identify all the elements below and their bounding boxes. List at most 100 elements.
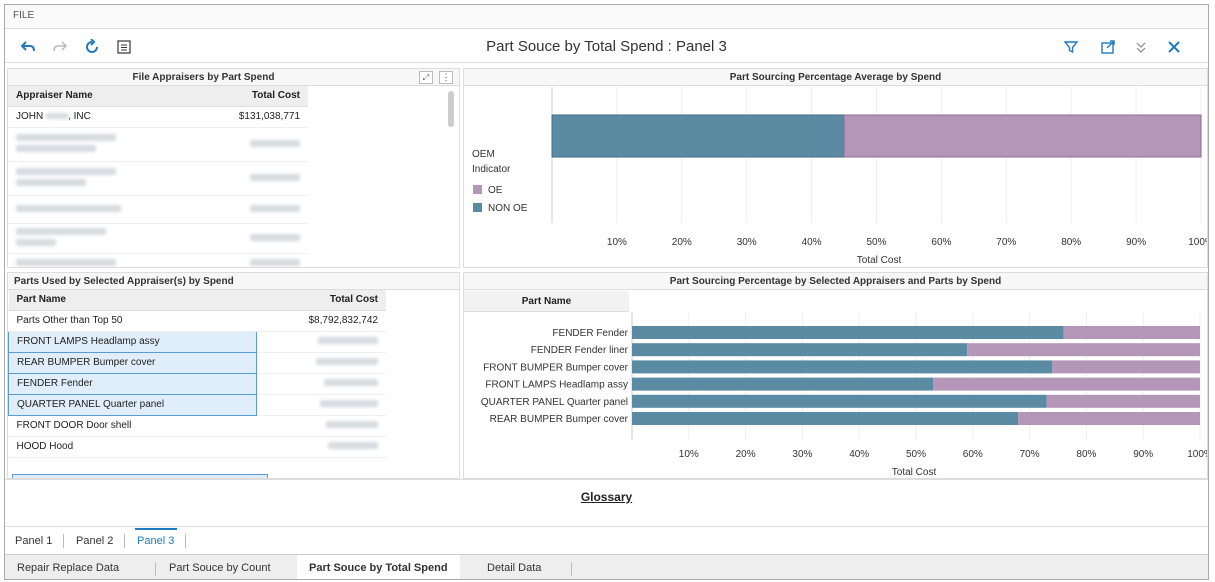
- table-row[interactable]: FRONT LAMPS Headlamp assy: [8, 330, 386, 353]
- bar-non-oe[interactable]: [632, 360, 1053, 374]
- x-tick-label: 10%: [679, 449, 699, 460]
- table-row[interactable]: FENDER Fender: [8, 372, 386, 395]
- bar-non-oe[interactable]: [551, 114, 845, 158]
- table-row[interactable]: [8, 161, 308, 196]
- tab-separator: [185, 534, 186, 548]
- menubar: FILE: [5, 5, 1208, 29]
- tab-panel-2[interactable]: Panel 2: [76, 535, 113, 547]
- bar-oe[interactable]: [933, 377, 1200, 391]
- table-row[interactable]: REAR BUMPER Bumper cover: [8, 351, 386, 374]
- redacted-text: [326, 421, 378, 428]
- x-tick-label: 80%: [1061, 237, 1081, 248]
- collapse-icon[interactable]: [1130, 36, 1152, 58]
- report-title: Part Souce by Total Spend : Panel 3: [486, 38, 727, 55]
- filter-icon[interactable]: [1060, 36, 1082, 58]
- redacted-text: [16, 204, 121, 212]
- tab-separator: [571, 562, 572, 576]
- parts-chart: FENDER Fender FENDER Fender liner FRONT BU…: [481, 312, 1207, 478]
- redacted-text: [318, 337, 378, 344]
- scrollbar-thumb[interactable]: [448, 91, 454, 127]
- tab-panel-1[interactable]: Panel 1: [15, 535, 52, 547]
- category-label: FRONT BUMPER Bumper cover: [483, 362, 629, 373]
- bar-non-oe[interactable]: [632, 377, 934, 391]
- total-cost-cell: $8,792,832,742: [256, 310, 386, 332]
- x-tick-label: 60%: [931, 237, 951, 248]
- x-tick-label: 10%: [607, 237, 627, 248]
- bar-oe[interactable]: [1046, 394, 1200, 408]
- table-row[interactable]: QUARTER PANEL Quarter panel: [8, 393, 386, 416]
- part-name-cell: FRONT LAMPS Headlamp assy: [8, 330, 258, 353]
- column-header-total-cost[interactable]: Total Cost: [191, 86, 308, 107]
- category-label: REAR BUMPER Bumper cover: [490, 414, 629, 425]
- redacted-text: [16, 145, 96, 152]
- table-row[interactable]: [8, 127, 308, 162]
- oem-chart-title: Part Sourcing Percentage Average by Spen…: [464, 69, 1207, 86]
- file-menu[interactable]: FILE: [13, 10, 34, 21]
- total-cost-cell: [256, 436, 386, 458]
- category-label: FENDER Fender liner: [531, 345, 629, 356]
- active-tab-indicator: [135, 528, 177, 530]
- bar-oe[interactable]: [1018, 412, 1200, 425]
- redacted-text: [46, 113, 69, 119]
- legend-title-line2: Indicator: [472, 164, 511, 175]
- parts-table: Part Name Total Cost Parts Other than To…: [8, 290, 386, 458]
- table-row[interactable]: [8, 253, 308, 267]
- toolbar: Part Souce by Total Spend : Panel 3: [5, 30, 1208, 63]
- bar-oe[interactable]: [843, 114, 1202, 158]
- parts-chart-column-header[interactable]: Part Name: [464, 291, 629, 312]
- glossary-link[interactable]: Glossary: [5, 479, 1208, 524]
- report-viewer: FILE Part Souce by Total Spend : Panel 3: [4, 4, 1209, 580]
- table-row[interactable]: [8, 195, 308, 224]
- more-options-icon[interactable]: ⋮: [439, 71, 453, 84]
- x-tick-label: 70%: [1020, 449, 1040, 460]
- export-icon[interactable]: [1097, 36, 1119, 58]
- column-header-part-name[interactable]: Part Name: [8, 290, 257, 311]
- x-tick-label: 100%: [1188, 237, 1208, 248]
- tab-separator: [124, 534, 125, 548]
- redacted-text: [16, 179, 86, 186]
- column-header-appraiser[interactable]: Appraiser Name: [8, 86, 192, 107]
- sheet-tab-detail-data[interactable]: Detail Data: [475, 555, 553, 579]
- tab-separator: [155, 562, 156, 576]
- close-icon[interactable]: [1163, 36, 1185, 58]
- parts-chart-panel: Part Sourcing Percentage by Selected App…: [463, 272, 1208, 479]
- bar-oe[interactable]: [967, 343, 1200, 357]
- table-row[interactable]: HOOD Hood: [8, 436, 386, 458]
- bar-oe[interactable]: [1063, 326, 1200, 339]
- legend-title: OEM: [472, 149, 495, 160]
- redacted-text: [16, 228, 106, 235]
- total-cost-cell: [256, 373, 386, 395]
- bar-non-oe[interactable]: [632, 343, 968, 357]
- parts-panel: Parts Used by Selected Appraiser(s) by S…: [7, 272, 460, 479]
- bar-non-oe[interactable]: [632, 394, 1047, 408]
- table-row[interactable]: JOHN , INC $131,038,771: [8, 106, 308, 128]
- appraiser-name-cell: JOHN , INC: [8, 106, 192, 128]
- table-row[interactable]: Parts Other than Top 50 $8,792,832,742: [8, 310, 386, 332]
- panel-tabs: Panel 1 Panel 2 Panel 3: [5, 526, 1208, 554]
- tab-panel-3[interactable]: Panel 3: [137, 535, 174, 547]
- bar-non-oe[interactable]: [632, 412, 1019, 425]
- table-row[interactable]: FRONT DOOR Door shell: [8, 415, 386, 437]
- sheet-tab-part-source-spend[interactable]: Part Souce by Total Spend: [297, 555, 460, 579]
- parts-panel-title: Parts Used by Selected Appraiser(s) by S…: [8, 273, 459, 290]
- sheet-tab-part-source-count[interactable]: Part Souce by Count: [157, 555, 283, 579]
- redacted-text: [250, 139, 300, 147]
- total-cost-cell: [256, 394, 386, 416]
- maximize-icon[interactable]: ⤢: [419, 71, 433, 84]
- part-name-cell: REAR BUMPER Bumper cover: [8, 351, 258, 374]
- column-header-total-cost[interactable]: Total Cost: [256, 290, 386, 311]
- redacted-text: [316, 358, 378, 365]
- x-tick-label: 60%: [963, 449, 983, 460]
- sheet-tab-repair-replace[interactable]: Repair Replace Data: [5, 555, 131, 579]
- glossary-label[interactable]: Glossary: [581, 490, 632, 504]
- bar-non-oe[interactable]: [632, 326, 1064, 339]
- x-tick-label: 90%: [1133, 449, 1153, 460]
- category-label: FRONT LAMPS Headlamp assy: [485, 380, 628, 391]
- x-tick-label: 40%: [849, 449, 869, 460]
- total-cost-cell: [256, 331, 386, 353]
- table-row[interactable]: [8, 223, 308, 254]
- bar-oe[interactable]: [1052, 360, 1200, 374]
- total-cost-cell: [256, 415, 386, 437]
- redacted-text: [16, 134, 116, 141]
- appraiser-name-part: JOHN: [16, 111, 44, 122]
